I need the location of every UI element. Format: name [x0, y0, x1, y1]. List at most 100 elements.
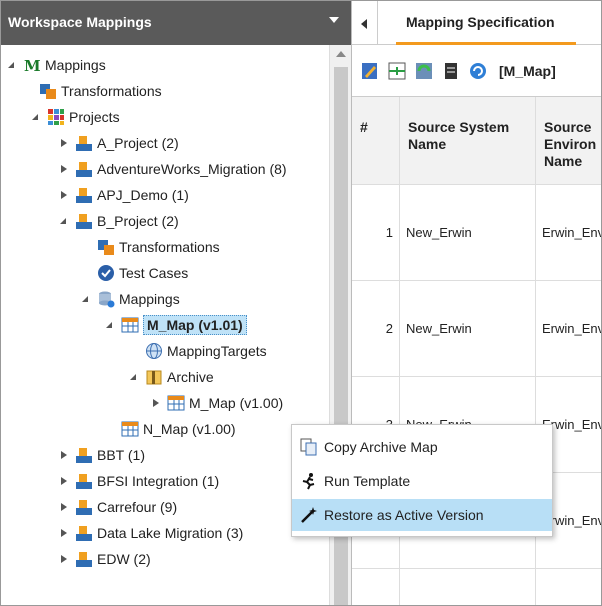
- tree-node-test-cases[interactable]: Test Cases: [97, 261, 188, 285]
- tab-mapping-specification[interactable]: Mapping Specification: [396, 1, 596, 45]
- project-icon: [76, 188, 92, 203]
- tree-node-label: Mappings: [119, 291, 180, 307]
- tree-node-archive[interactable]: Archive: [129, 365, 214, 389]
- expand-toggle-icon[interactable]: [81, 294, 91, 304]
- tree-node-label: MappingTargets: [167, 343, 267, 359]
- cell-source-env[interactable]: Erwin_Env: [536, 185, 602, 281]
- tree-node-mappings-root[interactable]: M Mappings: [7, 53, 106, 77]
- projects-grid-icon: [48, 109, 64, 125]
- menu-item-run-template[interactable]: Run Template: [292, 465, 552, 497]
- tab-scroll-left-button[interactable]: [352, 1, 378, 45]
- tree-node-label: AdventureWorks_Migration (8): [97, 161, 287, 177]
- tree-node-b-project[interactable]: B_Project (2): [59, 209, 179, 233]
- menu-item-copy-archive-map[interactable]: Copy Archive Map: [292, 431, 552, 463]
- cell-value: New_Erwin: [406, 321, 472, 336]
- tree-node-n-map[interactable]: N_Map (v1.00): [121, 417, 236, 441]
- cell-source-env[interactable]: Erwin_Env: [536, 281, 602, 377]
- refresh-icon[interactable]: [468, 61, 488, 81]
- panel-header: Workspace Mappings: [1, 1, 351, 45]
- expand-toggle-icon[interactable]: [59, 476, 69, 486]
- insert-row-icon[interactable]: [387, 61, 407, 81]
- tree-node-transformations[interactable]: Transformations: [39, 79, 162, 103]
- tree-node-label: Transformations: [119, 239, 220, 255]
- copy-map-icon: [300, 438, 317, 456]
- tree-node-data-lake[interactable]: Data Lake Migration (3): [59, 521, 243, 545]
- cell-value: New_Erwin: [406, 225, 472, 240]
- menu-item-restore-active-version[interactable]: Restore as Active Version: [292, 499, 552, 531]
- tree-node-label: Transformations: [61, 83, 162, 99]
- tree-node-m-map-selected[interactable]: M_Map (v1.01): [105, 313, 247, 337]
- cell-source-system[interactable]: New_Erwin: [400, 185, 536, 281]
- tree-node-b-mappings[interactable]: Mappings: [81, 287, 180, 311]
- map-table-icon: [167, 395, 185, 411]
- edit-icon[interactable]: [360, 61, 380, 81]
- document-icon[interactable]: [441, 61, 461, 81]
- tree-node-label: BFSI Integration (1): [97, 473, 220, 489]
- tree-node-label: Archive: [167, 369, 214, 385]
- expand-toggle-icon[interactable]: [151, 398, 161, 408]
- project-icon: [76, 474, 92, 489]
- table-row[interactable]: 2: [352, 281, 400, 377]
- project-icon: [76, 552, 92, 567]
- cell-value: Erwin_Env: [542, 321, 602, 336]
- archive-icon: [146, 370, 162, 385]
- expand-toggle-icon[interactable]: [59, 216, 69, 226]
- current-map-name: [M_Map]: [499, 62, 556, 79]
- tab-bar: Mapping Specification: [352, 1, 601, 45]
- transformations-icon: [98, 240, 114, 255]
- tree-node-mapping-targets[interactable]: MappingTargets: [145, 339, 267, 363]
- project-icon: [76, 448, 92, 463]
- target-globe-icon: [146, 343, 162, 359]
- tree-node-a-project[interactable]: A_Project (2): [59, 131, 179, 155]
- running-man-icon: [302, 473, 315, 490]
- test-cases-icon: [98, 265, 114, 281]
- tree-node-projects[interactable]: Projects: [31, 105, 120, 129]
- expand-toggle-icon[interactable]: [59, 138, 69, 148]
- tree-node-label: M_Map (v1.01): [143, 315, 247, 335]
- expand-toggle-icon[interactable]: [59, 450, 69, 460]
- tree-node-bbt[interactable]: BBT (1): [59, 443, 145, 467]
- cell-value: Erwin_Env: [542, 225, 602, 240]
- tree-node-label: APJ_Demo (1): [97, 187, 189, 203]
- magic-wand-icon: [301, 507, 317, 523]
- chevron-down-icon[interactable]: [329, 17, 339, 23]
- cell-source-env[interactable]: [536, 569, 601, 605]
- mappings-root-icon: M: [24, 57, 41, 74]
- expand-toggle-icon[interactable]: [129, 372, 139, 382]
- transformations-icon: [40, 84, 56, 99]
- header-label: Source Environ Name: [544, 119, 597, 169]
- header-label: Source System Name: [408, 119, 510, 152]
- expand-toggle-icon[interactable]: [7, 60, 17, 70]
- table-row[interactable]: 1: [352, 185, 400, 281]
- tree-node-label: Projects: [69, 109, 120, 125]
- expand-toggle-icon[interactable]: [59, 164, 69, 174]
- sync-icon[interactable]: [414, 61, 434, 81]
- table-row[interactable]: [352, 569, 400, 605]
- column-header-source-system[interactable]: Source System Name: [400, 97, 536, 185]
- cell-source-system[interactable]: [400, 569, 536, 605]
- tree-node-bfsi[interactable]: BFSI Integration (1): [59, 469, 219, 493]
- expand-toggle-icon[interactable]: [59, 190, 69, 200]
- header-label: #: [360, 119, 368, 135]
- tree-node-adventureworks[interactable]: AdventureWorks_Migration (8): [59, 157, 287, 181]
- cell-source-system[interactable]: New_Erwin: [400, 281, 536, 377]
- tree-node-b-transformations[interactable]: Transformations: [97, 235, 220, 259]
- expand-toggle-icon[interactable]: [31, 112, 41, 122]
- expand-toggle-icon[interactable]: [59, 528, 69, 538]
- column-header-source-env[interactable]: Source Environ Name: [536, 97, 601, 185]
- expand-toggle-icon[interactable]: [59, 502, 69, 512]
- tree-node-apj-demo[interactable]: APJ_Demo (1): [59, 183, 189, 207]
- menu-item-label: Restore as Active Version: [324, 507, 484, 523]
- scroll-up-icon[interactable]: [336, 51, 346, 57]
- tree-node-edw[interactable]: EDW (2): [59, 547, 151, 571]
- expand-toggle-icon[interactable]: [59, 554, 69, 564]
- tree-node-label: M_Map (v1.00): [189, 395, 284, 411]
- row-number: 2: [385, 321, 393, 336]
- project-icon: [76, 162, 92, 177]
- tree-node-m-map-archived[interactable]: M_Map (v1.00): [151, 391, 283, 415]
- tree-node-carrefour[interactable]: Carrefour (9): [59, 495, 177, 519]
- expand-toggle-icon[interactable]: [105, 320, 115, 330]
- column-header-number[interactable]: #: [352, 97, 400, 185]
- tree-node-label: Test Cases: [119, 265, 189, 281]
- tree-node-label: N_Map (v1.00): [143, 421, 236, 437]
